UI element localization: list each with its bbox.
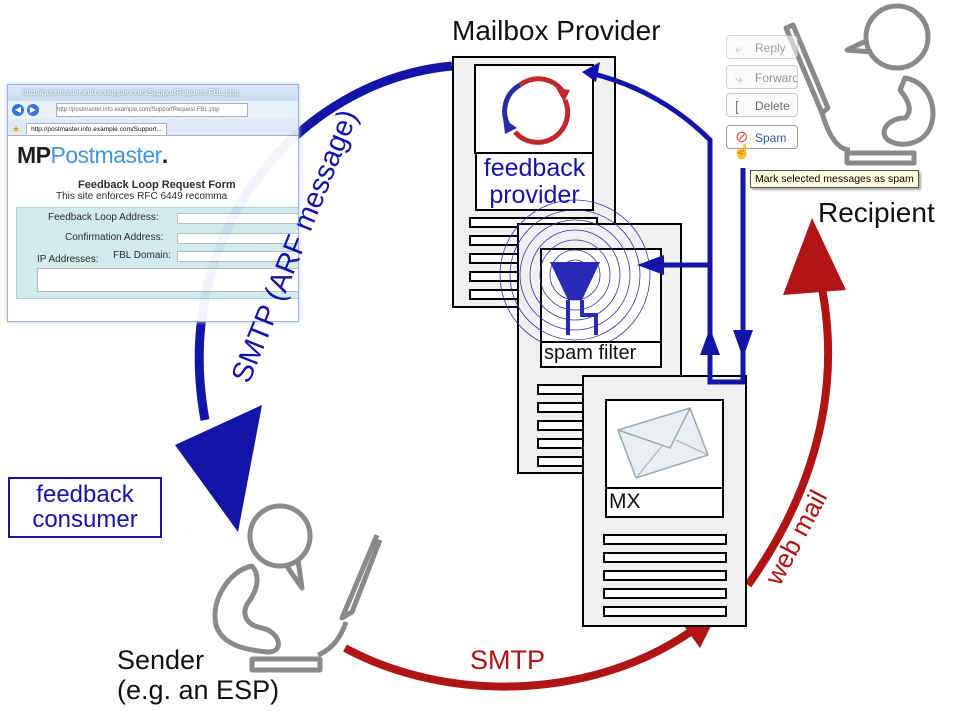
confirmation-address-label: Confirmation Address: <box>65 232 164 243</box>
fbl-form: Feedback Loop Address: Confirmation Addr… <box>16 207 298 299</box>
sender-label-line2: (e.g. an ESP) <box>117 675 280 705</box>
browser-tab[interactable]: http://postmaster.info.example.com/Suppo… <box>26 123 167 135</box>
hand-cursor-icon: ☝ <box>733 143 751 159</box>
reply-arrow-icon: ⤶ <box>735 40 743 56</box>
back-arrow-icon[interactable]: ◀ <box>12 104 24 116</box>
mx-label: MX <box>609 490 641 513</box>
spam-label: Spam <box>755 131 787 145</box>
smtp-arf-arrowhead <box>175 405 262 532</box>
feedback-provider-label: feedback provider <box>476 155 593 209</box>
forward-button[interactable]: ⤷ Forward <box>726 65 798 89</box>
reply-button[interactable]: ⤶ Reply <box>726 35 798 59</box>
feedback-provider-line1: feedback <box>483 154 586 182</box>
mx-document <box>582 375 747 627</box>
feedback-loop-address-input[interactable] <box>177 213 298 224</box>
feedback-consumer-label: feedback consumer <box>9 482 161 532</box>
trash-icon: [ <box>735 98 739 114</box>
fbl-diagram: http://postmaster.info.example.com/Suppo… <box>0 0 960 711</box>
reply-label: Reply <box>755 41 786 55</box>
mppostmaster-logo: MPPostmaster. <box>17 142 298 169</box>
browser-window: http://postmaster.info.example.com/Suppo… <box>7 84 299 322</box>
arrowhead-down <box>733 330 753 358</box>
browser-nav-bar: ◀ ▶ http://postmaster.info.example.com/S… <box>8 101 298 119</box>
forward-arrow-icon: ⤷ <box>735 70 743 86</box>
smtp-label: SMTP <box>470 645 546 675</box>
sender-label: Sender (e.g. an ESP) <box>117 645 279 705</box>
fbl-domain-label: FBL Domain: <box>113 250 171 261</box>
delete-button[interactable]: [ Delete <box>726 93 798 117</box>
recipient-label: Recipient <box>818 197 935 228</box>
spam-tooltip: Mark selected messages as spam <box>750 170 919 188</box>
browser-tab-bar: ★ http://postmaster.info.example.com/Sup… <box>8 119 298 136</box>
sender-label-line1: Sender <box>117 645 205 675</box>
star-icon[interactable]: ★ <box>12 124 20 135</box>
web-mail-arrowhead <box>783 218 846 295</box>
spam-filter-label: spam filter <box>544 342 637 364</box>
recipient-person-icon <box>783 3 936 166</box>
logo-postmaster: Postmaster <box>50 142 163 168</box>
logo-dot: . <box>161 142 168 168</box>
feedback-loop-address-label: Feedback Loop Address: <box>48 212 159 223</box>
feedback-consumer-line1: feedback <box>36 481 134 508</box>
delete-label: Delete <box>755 99 790 113</box>
ip-addresses-label: IP Addresses: <box>37 254 99 265</box>
mailbox-provider-label: Mailbox Provider <box>452 15 661 46</box>
logo-mp: MP <box>17 142 51 168</box>
url-field[interactable]: http://postmaster.info.example.com/Suppo… <box>56 103 248 117</box>
forward-label: Forward <box>755 71 798 85</box>
feedback-provider-line2: provider <box>489 181 580 209</box>
form-subtitle: This site enforces RFC 6449 recomma <box>56 191 228 202</box>
form-heading: Feedback Loop Request Form <box>78 179 236 191</box>
forward-arrow-icon[interactable]: ▶ <box>27 104 39 116</box>
browser-title-bar: http://postmaster.info.example.com/Suppo… <box>8 85 298 101</box>
arrowhead-up <box>700 328 720 355</box>
feedback-consumer-line2: consumer <box>32 506 138 533</box>
